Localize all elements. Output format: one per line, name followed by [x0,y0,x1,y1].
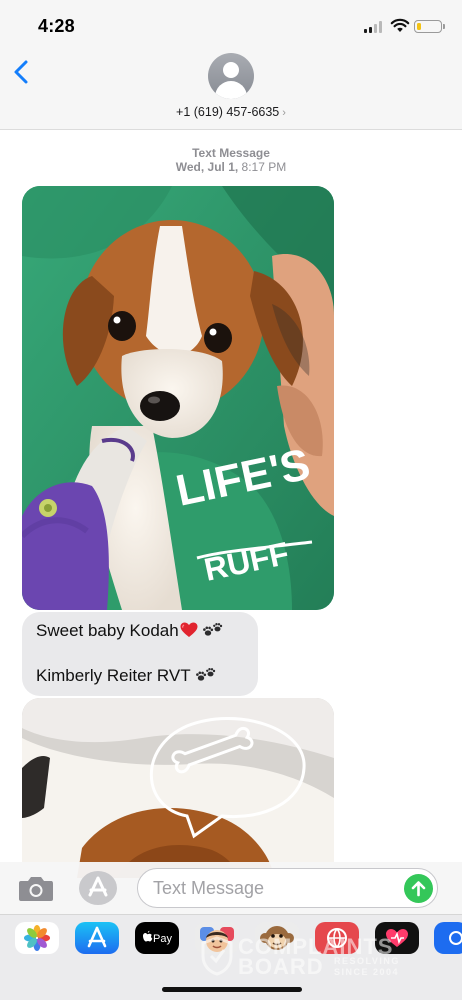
person-avatar-icon[interactable] [208,53,254,99]
apple-pay-app-icon[interactable]: Pay [135,922,179,954]
more-apps-glyph [449,931,462,945]
battery-icon [414,20,442,33]
send-arrow-icon[interactable] [404,874,433,903]
memoji-face-icon [200,927,234,952]
compose-bar [0,862,462,914]
contact-number: +1 (619) 457-6635 [176,105,280,119]
app-store-icon[interactable] [79,871,117,905]
app-store-glyph-icon [87,926,107,948]
search-images-app-icon[interactable] [315,922,359,954]
message-date: Wed, Jul 1, [175,160,239,174]
message-timestamp: Text Message Wed, Jul 1, 8:17 PM [0,146,462,174]
photo-attachment-2[interactable] [22,698,334,878]
app-store-glyph [88,876,108,897]
memoji-app-icon[interactable] [195,922,239,954]
received-message-bubble[interactable]: Sweet baby Kodah Kimberly Reiter RVT [22,612,258,696]
red-heart-emoji [180,622,198,637]
battery-level [416,22,421,30]
app-store-app-icon[interactable] [75,922,119,954]
message-input[interactable] [137,868,438,908]
heart-touch-icon [386,929,408,947]
photos-flower-icon [24,925,50,951]
photos-app-icon[interactable] [15,922,59,954]
contact-details-button[interactable]: +1 (619) 457-6635 › [0,105,462,119]
message-line-1: Sweet baby Kodah [36,621,224,641]
apple-pay-glyph: Pay [143,930,172,945]
animoji-monkey-app-icon[interactable] [255,922,299,954]
chevron-left-icon[interactable] [10,54,36,90]
service-label: Text Message [192,146,270,160]
battery-cap [443,24,445,29]
chevron-right-icon: › [282,107,286,119]
cellular-signal-icon [364,21,384,33]
status-time: 4:28 [38,16,75,36]
apple-pay-label: Pay [153,933,172,945]
puppy-photo-2 [22,698,334,878]
monkey-face-icon [260,926,294,950]
camera-icon[interactable] [18,874,54,902]
app-drawer: Pay [0,914,462,1000]
wifi-icon [390,18,410,32]
message-time: 8:17 PM [241,160,287,174]
photo-attachment[interactable]: LIFE'S RUFF [22,186,334,610]
more-apps-icon[interactable] [434,922,462,954]
paw-prints-emoji [195,668,215,681]
up-arrow-icon [411,881,426,897]
message-line-2: Kimberly Reiter RVT [36,666,217,686]
status-bar: 4:28 [0,0,462,50]
puppy-photo: LIFE'S RUFF [22,186,334,610]
home-indicator[interactable] [162,987,302,992]
conversation-header: +1 (619) 457-6635 › [0,50,462,130]
digital-touch-app-icon[interactable] [375,922,419,954]
globe-search-icon [327,927,347,949]
paw-prints-emoji [202,623,222,636]
